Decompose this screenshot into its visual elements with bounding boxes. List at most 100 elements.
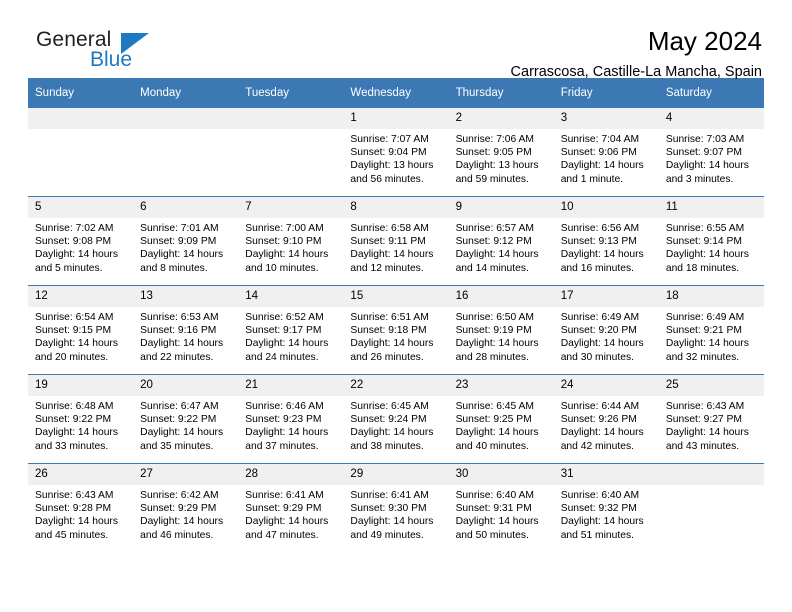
sunrise-text: Sunrise: 6:47 AM	[140, 401, 219, 412]
calendar-day-cell[interactable]: 19 Sunrise: 6:48 AM Sunset: 9:22 PM Dayligh…	[28, 374, 134, 464]
calendar-week-row: 19 Sunrise: 6:48 AM Sunset: 9:22 PM Dayligh…	[28, 374, 764, 464]
daylight-text-line1: Daylight: 14 hours	[665, 427, 749, 439]
sunrise-text: Sunrise: 6:40 AM	[455, 490, 534, 501]
daylight-text-line1: Daylight: 14 hours	[35, 516, 118, 528]
calendar-day-cell[interactable]: 31 Sunrise: 6:40 AM Sunset: 9:32 PM Dayligh…	[553, 463, 659, 552]
calendar-day-cell[interactable]: 21 Sunrise: 6:46 AM Sunset: 9:23 PM Dayligh…	[238, 374, 344, 464]
calendar-day-cell[interactable]: 2 Sunrise: 7:06 AM Sunset: 9:05 PM Daylight…	[448, 108, 554, 197]
day-number: 29	[343, 464, 449, 485]
calendar-day-cell[interactable]: 3 Sunrise: 7:04 AM Sunset: 9:06 PM Daylight…	[553, 108, 659, 197]
calendar-day-cell[interactable]: 5 Sunrise: 7:02 AM Sunset: 9:08 PM Daylight…	[28, 196, 134, 286]
calendar-head: Sunday Monday Tuesday Wednesday Thursday…	[28, 78, 764, 108]
calendar-day-cell[interactable]: 30 Sunrise: 6:40 AM Sunset: 9:31 PM Dayligh…	[448, 463, 554, 552]
logo-text-blue: Blue	[90, 48, 133, 71]
page-title: May 2024	[647, 26, 762, 56]
calendar-day-cell[interactable]: 25 Sunrise: 6:43 AM Sunset: 9:27 PM Dayligh…	[658, 374, 764, 464]
calendar-day-cell[interactable]: 22 Sunrise: 6:45 AM Sunset: 9:24 PM Dayligh…	[343, 374, 449, 464]
calendar-day-cell[interactable]: 17 Sunrise: 6:49 AM Sunset: 9:20 PM Dayligh…	[553, 285, 659, 375]
sunrise-text: Sunrise: 6:56 AM	[560, 223, 640, 234]
daylight-text-line1: Daylight: 14 hours	[455, 427, 539, 439]
calendar-body: 1 Sunrise: 7:07 AM Sunset: 9:04 PM Daylight…	[28, 108, 764, 552]
general-blue-logo[interactable]: General Blue	[28, 26, 168, 78]
calendar-day-cell[interactable]: 12 Sunrise: 6:54 AM Sunset: 9:15 PM Dayligh…	[28, 285, 134, 375]
daylight-text-line2: and 28 minutes.	[455, 351, 529, 363]
calendar-day-cell[interactable]: 8 Sunrise: 6:58 AM Sunset: 9:11 PM Daylight…	[343, 196, 449, 286]
calendar-day-cell[interactable]: 16 Sunrise: 6:50 AM Sunset: 9:19 PM Dayligh…	[448, 285, 554, 375]
day-details: Sunrise: 7:00 AM Sunset: 9:10 PM Daylight:…	[238, 218, 343, 275]
sunrise-text: Sunrise: 6:57 AM	[455, 223, 534, 234]
daylight-text-line2: and 35 minutes.	[140, 440, 214, 452]
sunset-text: Sunset: 9:04 PM	[350, 147, 427, 159]
calendar-day-cell[interactable]: 28 Sunrise: 6:41 AM Sunset: 9:29 PM Dayligh…	[238, 463, 344, 552]
day-details: Sunrise: 6:40 AM Sunset: 9:32 PM Daylight:…	[554, 485, 659, 542]
daylight-text-line1: Daylight: 14 hours	[245, 516, 329, 528]
day-number: 2	[448, 108, 554, 129]
calendar-day-cell[interactable]: 9 Sunrise: 6:57 AM Sunset: 9:12 PM Daylight…	[448, 196, 554, 286]
day-number: 4	[658, 108, 764, 129]
daylight-text-line1: Daylight: 14 hours	[455, 338, 539, 350]
day-number	[238, 108, 344, 129]
daylight-text-line2: and 47 minutes.	[245, 529, 319, 541]
calendar-day-cell[interactable]: 4 Sunrise: 7:03 AM Sunset: 9:07 PM Daylight…	[658, 108, 764, 197]
sunrise-text: Sunrise: 6:53 AM	[140, 312, 219, 323]
sunset-text: Sunset: 9:18 PM	[350, 325, 427, 337]
sunset-text: Sunset: 9:11 PM	[350, 236, 426, 248]
daylight-text-line1: Daylight: 14 hours	[245, 338, 329, 350]
sunrise-text: Sunrise: 6:45 AM	[350, 401, 429, 412]
calendar-day-cell[interactable]: 24 Sunrise: 6:44 AM Sunset: 9:26 PM Dayligh…	[553, 374, 659, 464]
title-block: May 2024 Carrascosa, Castille-La Mancha,…	[511, 26, 764, 82]
day-number: 10	[553, 197, 659, 218]
sunrise-text: Sunrise: 7:04 AM	[560, 134, 640, 145]
daylight-text-line1: Daylight: 14 hours	[35, 427, 118, 439]
daylight-text-line1: Daylight: 14 hours	[350, 516, 434, 528]
calendar-day-cell[interactable]: 27 Sunrise: 6:42 AM Sunset: 9:29 PM Dayligh…	[133, 463, 239, 552]
sunrise-text: Sunrise: 6:41 AM	[245, 490, 324, 501]
daylight-text-line2: and 5 minutes.	[35, 262, 103, 274]
daylight-text-line2: and 8 minutes.	[140, 262, 208, 274]
daylight-text-line2: and 33 minutes.	[35, 440, 109, 452]
day-number: 13	[133, 286, 239, 307]
day-details: Sunrise: 6:51 AM Sunset: 9:18 PM Daylight:…	[343, 307, 448, 364]
day-number: 16	[448, 286, 554, 307]
calendar-table: Sunday Monday Tuesday Wednesday Thursday…	[28, 78, 764, 552]
day-number: 18	[658, 286, 764, 307]
day-number: 21	[238, 375, 344, 396]
sunset-text: Sunset: 9:24 PM	[350, 414, 427, 426]
calendar-day-cell[interactable]: 1 Sunrise: 7:07 AM Sunset: 9:04 PM Daylight…	[343, 108, 449, 197]
calendar-day-cell[interactable]: 23 Sunrise: 6:45 AM Sunset: 9:25 PM Dayligh…	[448, 374, 554, 464]
calendar-day-cell[interactable]: 6 Sunrise: 7:01 AM Sunset: 9:09 PM Daylight…	[133, 196, 239, 286]
daylight-text-line1: Daylight: 14 hours	[560, 427, 644, 439]
daylight-text-line1: Daylight: 14 hours	[245, 249, 329, 261]
page-header: General Blue May 2024 Carrascosa, Castil…	[28, 0, 764, 80]
daylight-text-line1: Daylight: 14 hours	[350, 249, 434, 261]
calendar-day-cell[interactable]: 7 Sunrise: 7:00 AM Sunset: 9:10 PM Daylight…	[238, 196, 344, 286]
daylight-text-line1: Daylight: 14 hours	[560, 160, 644, 172]
calendar-day-cell[interactable]: 14 Sunrise: 6:52 AM Sunset: 9:17 PM Dayligh…	[238, 285, 344, 375]
day-number: 8	[343, 197, 449, 218]
calendar-day-cell[interactable]: 15 Sunrise: 6:51 AM Sunset: 9:18 PM Dayligh…	[343, 285, 449, 375]
sunset-text: Sunset: 9:26 PM	[560, 414, 637, 426]
day-details: Sunrise: 6:49 AM Sunset: 9:21 PM Daylight:…	[659, 307, 764, 364]
calendar-day-cell[interactable]: 11 Sunrise: 6:55 AM Sunset: 9:14 PM Dayligh…	[658, 196, 764, 286]
sunrise-text: Sunrise: 6:43 AM	[665, 401, 745, 412]
daylight-text-line2: and 37 minutes.	[245, 440, 319, 452]
day-details: Sunrise: 7:03 AM Sunset: 9:07 PM Daylight:…	[659, 129, 764, 186]
day-number: 19	[28, 375, 134, 396]
day-details: Sunrise: 6:49 AM Sunset: 9:20 PM Daylight:…	[554, 307, 659, 364]
calendar-day-cell[interactable]: 20 Sunrise: 6:47 AM Sunset: 9:22 PM Dayligh…	[133, 374, 239, 464]
calendar-day-cell[interactable]: 29 Sunrise: 6:41 AM Sunset: 9:30 PM Dayligh…	[343, 463, 449, 552]
day-details: Sunrise: 6:53 AM Sunset: 9:16 PM Daylight:…	[133, 307, 238, 364]
calendar-day-cell[interactable]: 10 Sunrise: 6:56 AM Sunset: 9:13 PM Dayligh…	[553, 196, 659, 286]
calendar-day-cell[interactable]: 13 Sunrise: 6:53 AM Sunset: 9:16 PM Dayligh…	[133, 285, 239, 375]
sunset-text: Sunset: 9:17 PM	[245, 325, 322, 337]
day-details: Sunrise: 6:48 AM Sunset: 9:22 PM Daylight:…	[28, 396, 133, 453]
sunset-text: Sunset: 9:09 PM	[140, 236, 217, 248]
calendar-week-row: 26 Sunrise: 6:43 AM Sunset: 9:28 PM Dayligh…	[28, 463, 764, 552]
sunrise-text: Sunrise: 6:48 AM	[35, 401, 114, 412]
daylight-text-line2: and 43 minutes.	[665, 440, 740, 452]
calendar-day-cell[interactable]: 26 Sunrise: 6:43 AM Sunset: 9:28 PM Dayligh…	[28, 463, 134, 552]
day-number: 11	[658, 197, 764, 218]
calendar-day-cell[interactable]: 18 Sunrise: 6:49 AM Sunset: 9:21 PM Dayligh…	[658, 285, 764, 375]
sunset-text: Sunset: 9:28 PM	[35, 503, 112, 515]
day-number: 22	[343, 375, 449, 396]
